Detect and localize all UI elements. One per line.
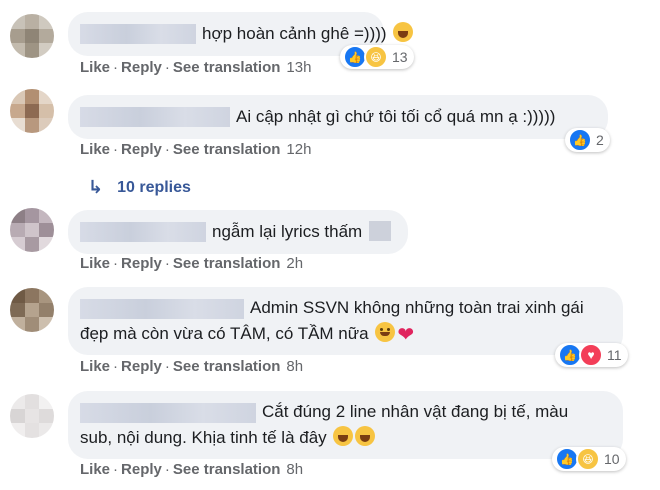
love-reaction-icon: ♥ (579, 343, 603, 367)
comment-text-line-1: Admin SSVN không những toàn trai xinh gá… (250, 298, 584, 317)
smiling-emoji (375, 322, 396, 342)
reaction-summary[interactable]: 👍 😆 13 (340, 45, 414, 69)
see-translation-link[interactable]: See translation (173, 255, 281, 272)
comment-bubble: Admin SSVN không những toàn trai xinh gá… (68, 287, 623, 355)
timestamp[interactable]: 12h (286, 141, 311, 158)
reply-link[interactable]: Reply (121, 141, 162, 158)
reaction-count: 11 (607, 347, 622, 363)
comment-bubble: Ai cập nhật gì chứ tôi tối cổ quá mn ạ :… (68, 95, 608, 139)
tears-of-joy-emoji (355, 426, 376, 446)
reaction-count: 10 (604, 451, 620, 467)
reaction-count: 2 (596, 132, 604, 148)
red-heart-icon: ❤ (397, 324, 415, 346)
see-translation-link[interactable]: See translation (173, 141, 281, 158)
view-replies-link[interactable]: ↳ 10 replies (88, 177, 191, 198)
like-link[interactable]: Like (80, 141, 110, 158)
replies-count-label: 10 replies (117, 178, 191, 196)
comment-text-line-2: sub, nội dung. Khịa tinh tế là đây (80, 428, 327, 447)
author-name-blurred[interactable] (80, 24, 196, 44)
author-name-blurred[interactable] (80, 299, 244, 319)
reply-arrow-icon: ↳ (88, 177, 104, 197)
tears-of-joy-emoji (333, 426, 354, 446)
avatar[interactable] (10, 288, 54, 332)
reply-link[interactable]: Reply (121, 358, 162, 375)
reaction-summary[interactable]: 👍 ♥ 11 (555, 343, 628, 367)
comment-text: ngẫm lại lyrics thấm (212, 222, 363, 241)
author-name-blurred[interactable] (80, 222, 206, 242)
laugh-wink-emoji (393, 22, 414, 42)
reaction-summary[interactable]: 👍 😆 10 (552, 447, 626, 471)
reaction-count: 13 (392, 49, 408, 65)
reaction-summary[interactable]: 👍 2 (565, 128, 610, 152)
reply-link[interactable]: Reply (121, 59, 162, 76)
author-name-blurred[interactable] (80, 403, 256, 423)
like-link[interactable]: Like (80, 358, 110, 375)
see-translation-link[interactable]: See translation (173, 59, 281, 76)
comment-text-line-2: đẹp mà còn vừa có TÂM, có TẦM nữa (80, 324, 369, 343)
comment-actions: Like · Reply · See translation 13h (80, 59, 312, 76)
timestamp[interactable]: 8h (286, 358, 303, 375)
avatar[interactable] (10, 14, 54, 58)
haha-reaction-icon: 😆 (364, 45, 388, 69)
reply-link[interactable]: Reply (121, 255, 162, 272)
comment-text: hợp hoàn cảnh ghê =)))) (202, 24, 387, 43)
like-link[interactable]: Like (80, 461, 110, 478)
comment-actions: Like · Reply · See translation 2h (80, 255, 304, 272)
avatar[interactable] (10, 208, 54, 252)
avatar[interactable] (10, 89, 54, 133)
comment-actions: Like · Reply · See translation 8h (80, 358, 304, 375)
comment-bubble: Cắt đúng 2 line nhân vật đang bị tế, màu… (68, 391, 623, 459)
see-translation-link[interactable]: See translation (173, 461, 281, 478)
haha-reaction-icon: 😆 (576, 447, 600, 471)
like-reaction-icon: 👍 (568, 128, 592, 152)
comment-actions: Like · Reply · See translation 8h (80, 461, 304, 478)
see-translation-link[interactable]: See translation (173, 358, 281, 375)
comment-text: Ai cập nhật gì chứ tôi tối cổ quá mn ạ :… (236, 107, 556, 126)
comment-text-line-1: Cắt đúng 2 line nhân vật đang bị tế, màu (262, 402, 569, 421)
comment-actions: Like · Reply · See translation 12h (80, 141, 312, 158)
timestamp[interactable]: 13h (286, 59, 311, 76)
comment-bubble: hợp hoàn cảnh ghê =)))) (68, 12, 414, 56)
blurred-text-fragment (368, 221, 391, 241)
author-name-blurred[interactable] (80, 107, 230, 127)
like-link[interactable]: Like (80, 255, 110, 272)
reply-link[interactable]: Reply (121, 461, 162, 478)
comment-bubble: ngẫm lại lyrics thấm (68, 210, 408, 254)
timestamp[interactable]: 2h (286, 255, 303, 272)
timestamp[interactable]: 8h (286, 461, 303, 478)
like-link[interactable]: Like (80, 59, 110, 76)
avatar[interactable] (10, 394, 54, 438)
